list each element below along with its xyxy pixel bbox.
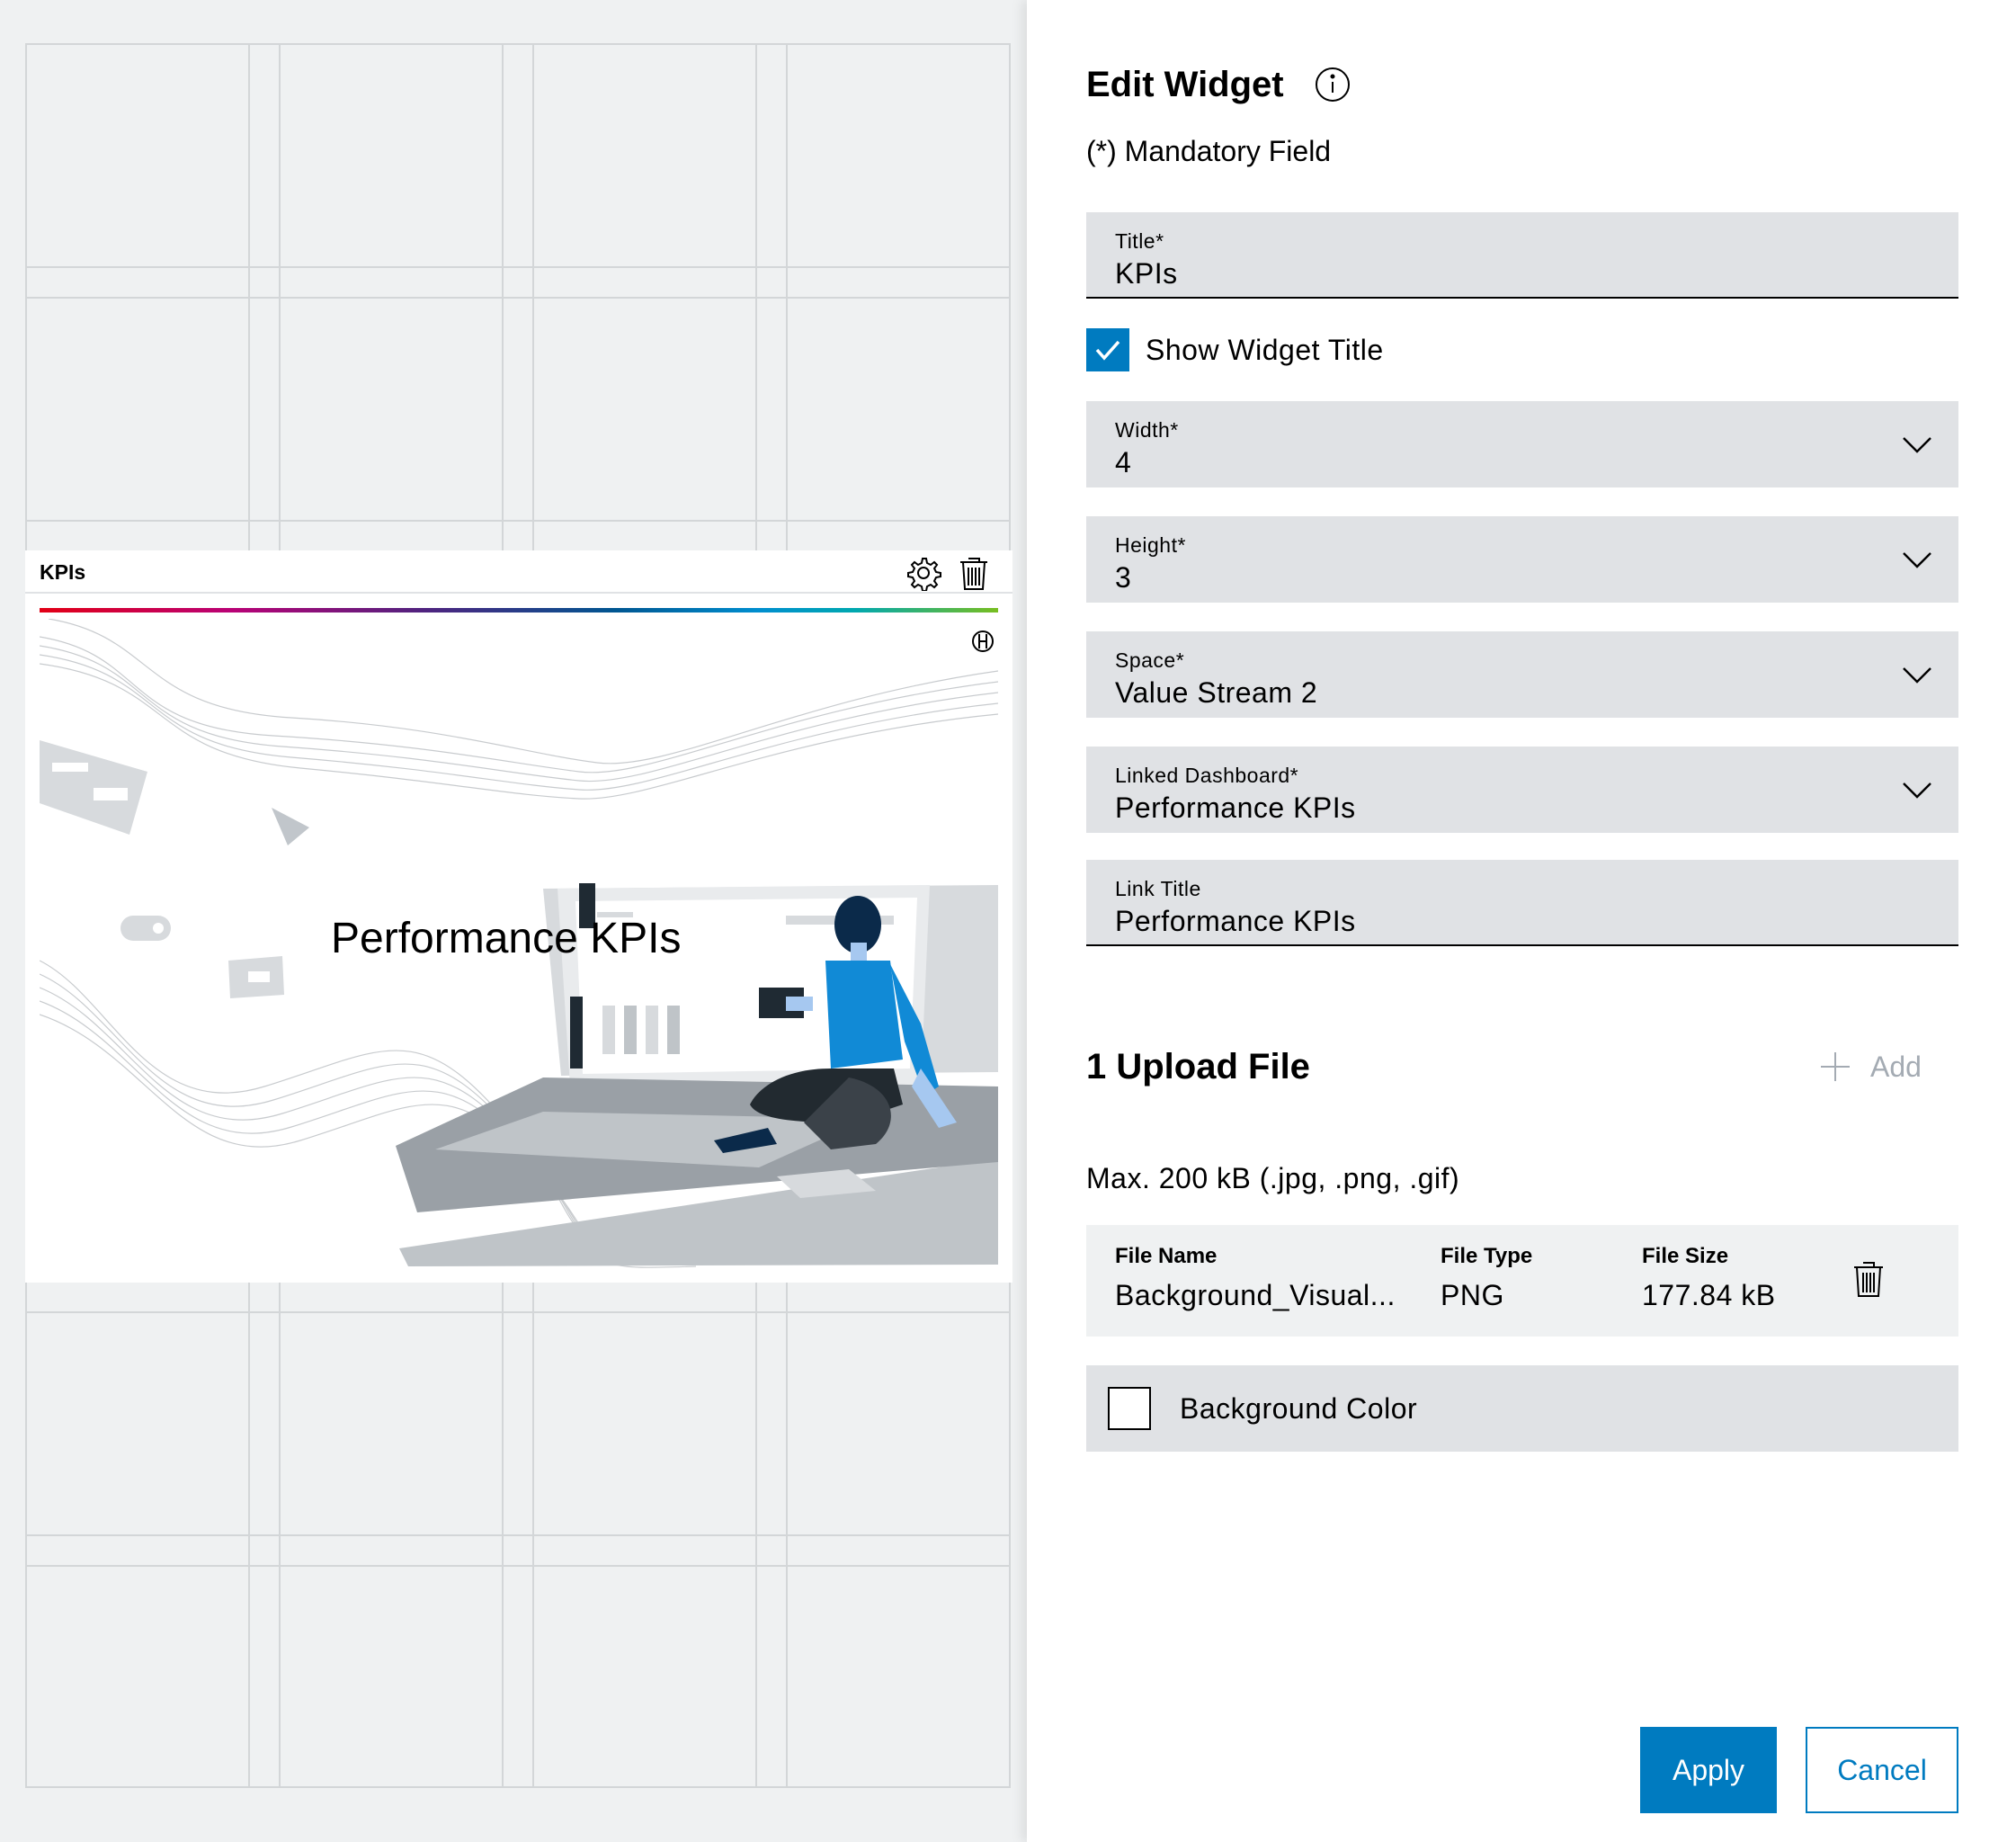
link-title-label: Link Title [1115, 877, 1201, 900]
edit-widget-panel: Edit Widget (*) Mandatory Field Title* K… [1027, 0, 2016, 1842]
dashboard-canvas: KPIs Performance KPIs [0, 0, 1027, 1842]
background-color-row[interactable]: Background Color [1086, 1365, 1958, 1452]
chevron-down-icon [1903, 782, 1931, 799]
linked-dashboard-label: Linked Dashboard* [1115, 764, 1299, 787]
file-size-header: File Size [1642, 1244, 1729, 1268]
upload-hint: Max. 200 kB (.jpg, .png, .gif) [1086, 1162, 1460, 1194]
title-field[interactable]: Title* KPIs [1086, 212, 1958, 299]
file-type-value: PNG [1441, 1279, 1504, 1311]
grid-line [27, 1565, 1009, 1567]
link-title-field[interactable]: Link Title Performance KPIs [1086, 860, 1958, 946]
brand-supergraphic-bar [40, 608, 998, 613]
height-select[interactable]: Height* 3 [1086, 516, 1958, 603]
chevron-down-icon [1903, 667, 1931, 684]
width-select-value: 4 [1115, 446, 1132, 478]
space-select-value: Value Stream 2 [1115, 676, 1318, 709]
background-color-checkbox[interactable] [1108, 1387, 1151, 1430]
link-title-value[interactable]: Performance KPIs [1115, 903, 1356, 939]
space-select[interactable]: Space* Value Stream 2 [1086, 631, 1958, 718]
trash-icon[interactable] [955, 554, 993, 592]
gear-icon[interactable] [905, 554, 942, 592]
cancel-button[interactable]: Cancel [1806, 1727, 1958, 1813]
width-select[interactable]: Width* 4 [1086, 401, 1958, 487]
kpi-widget[interactable]: KPIs Performance KPIs [25, 550, 1012, 1283]
add-file-button[interactable]: Add [1820, 1047, 1922, 1086]
title-field-value[interactable]: KPIs [1115, 255, 1178, 291]
upload-section-title: 1 Upload File [1086, 1047, 1310, 1086]
show-widget-title-label: Show Widget Title [1146, 334, 1384, 366]
title-field-label: Title* [1115, 229, 1164, 253]
width-select-label: Width* [1115, 418, 1179, 442]
trash-icon[interactable] [1852, 1259, 1892, 1302]
show-widget-title-checkbox[interactable] [1086, 328, 1129, 371]
checkmark-icon [1095, 340, 1120, 361]
height-select-label: Height* [1115, 533, 1186, 557]
background-color-label: Background Color [1180, 1392, 1418, 1425]
file-type-column: File Type PNG [1441, 1243, 1532, 1313]
panel-title: Edit Widget [1086, 65, 1284, 104]
height-select-value: 3 [1115, 561, 1132, 594]
bosch-logo-icon [971, 630, 995, 653]
chevron-down-icon [1903, 552, 1931, 568]
linked-dashboard-value: Performance KPIs [1115, 791, 1356, 824]
apply-button[interactable]: Apply [1640, 1727, 1777, 1813]
file-name-value: Background_Visual... [1115, 1279, 1396, 1311]
grid-line [27, 297, 1009, 299]
show-widget-title-row[interactable]: Show Widget Title [1086, 327, 1536, 372]
file-name-header: File Name [1115, 1244, 1218, 1268]
plus-icon [1821, 1052, 1850, 1081]
widget-banner-text: Performance KPIs [331, 915, 682, 962]
uploaded-file-row: File Name Background_Visual... File Type… [1086, 1225, 1958, 1337]
info-icon[interactable] [1315, 67, 1351, 103]
widget-title: KPIs [40, 560, 86, 584]
space-select-label: Space* [1115, 648, 1185, 672]
grid-line [27, 266, 1009, 268]
add-file-label: Add [1870, 1050, 1922, 1083]
file-size-value: 177.84 kB [1642, 1279, 1776, 1311]
chevron-down-icon [1903, 437, 1931, 453]
grid-line [27, 1534, 1009, 1536]
linked-dashboard-select[interactable]: Linked Dashboard* Performance KPIs [1086, 747, 1958, 833]
mandatory-note: (*) Mandatory Field [1086, 135, 1332, 167]
widget-header: KPIs [25, 550, 1012, 594]
file-name-column: File Name Background_Visual... [1115, 1243, 1396, 1313]
file-size-column: File Size 177.84 kB [1642, 1243, 1776, 1313]
grid-line [27, 1311, 1009, 1313]
file-type-header: File Type [1441, 1244, 1533, 1268]
grid-line [27, 520, 1009, 522]
